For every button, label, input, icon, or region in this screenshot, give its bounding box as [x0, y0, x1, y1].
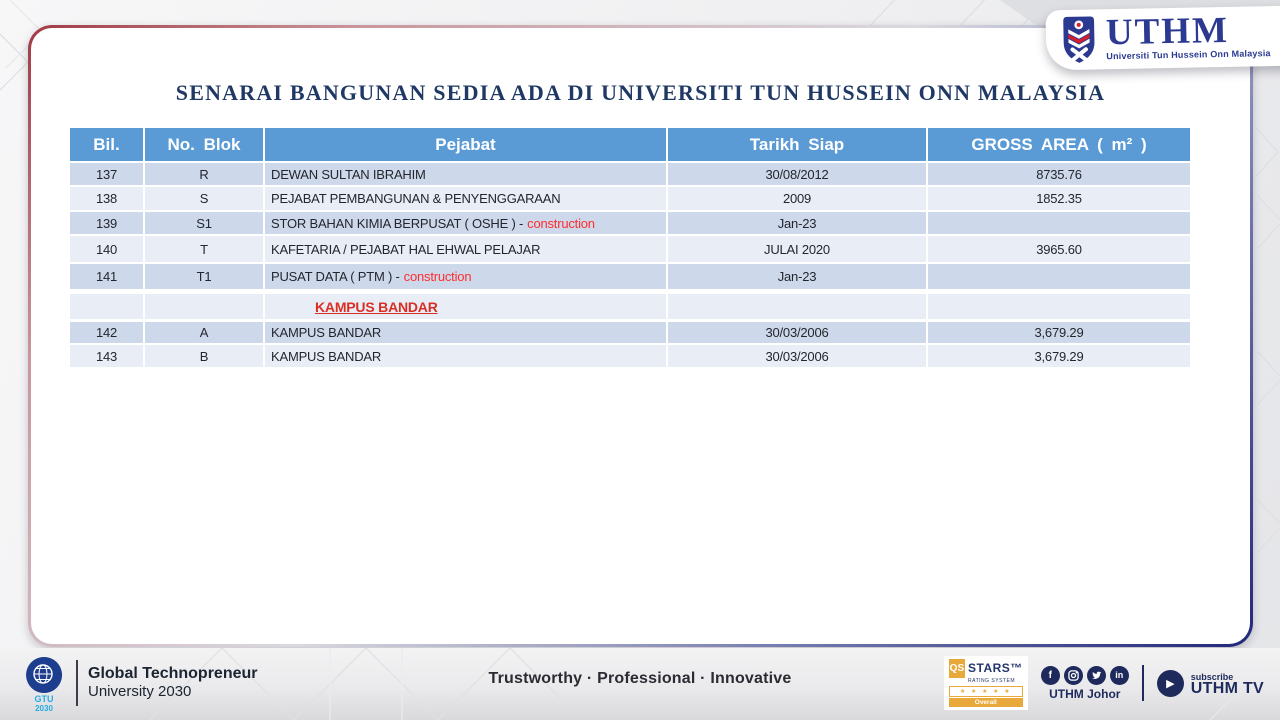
column-header-blok: No. Blok: [145, 128, 263, 161]
qs-stars-badge: QS STARS™ RATING SYSTEM ★ ★ ★ ★ ★ Overal…: [944, 656, 1028, 710]
cell-area: [928, 212, 1190, 234]
cell-area: 8735.76: [928, 163, 1190, 185]
cell-bil: 139: [70, 212, 143, 234]
cell-bil: 140: [70, 236, 143, 262]
cell-area: [928, 294, 1190, 319]
social-icons: f in: [1041, 666, 1129, 685]
cell-blok: B: [145, 345, 263, 367]
cell-bil: [70, 294, 143, 319]
instagram-icon[interactable]: [1064, 666, 1083, 685]
table-row: 141T1PUSAT DATA ( PTM ) -constructionJan…: [70, 264, 1200, 289]
cell-blok: S1: [145, 212, 263, 234]
slide: SENARAI BANGUNAN SEDIA ADA DI UNIVERSITI…: [0, 0, 1280, 720]
cell-pejabat: DEWAN SULTAN IBRAHIM: [265, 163, 666, 185]
cell-blok: A: [145, 322, 263, 343]
facebook-icon[interactable]: f: [1041, 666, 1060, 685]
column-header-tarikh: Tarikh Siap: [668, 128, 926, 161]
footer: GTU 2030 Global Technopreneur University…: [0, 648, 1280, 720]
uthm-logo-plate: UTHM Universiti Tun Hussein Onn Malaysia: [1045, 6, 1280, 71]
twitter-icon[interactable]: [1087, 666, 1106, 685]
cell-blok: T: [145, 236, 263, 262]
cell-area: 1852.35: [928, 187, 1190, 210]
social-block: f in UTHM Johor: [1041, 666, 1129, 701]
table-row: 142AKAMPUS BANDAR30/03/20063,679.29: [70, 322, 1200, 343]
svg-text:2030: 2030: [35, 704, 53, 712]
table-row: 140TKAFETARIA / PEJABAT HAL EHWAL PELAJA…: [70, 236, 1200, 262]
qs-overall-label: Overall: [949, 698, 1023, 707]
cell-tarikh: 2009: [668, 187, 926, 210]
youtube-block[interactable]: ▶ subscribe UTHM TV: [1157, 670, 1264, 697]
cell-area: [928, 264, 1190, 289]
cell-bil: 143: [70, 345, 143, 367]
cell-tarikh: Jan-23: [668, 264, 926, 289]
qs-logo-icon: QS: [949, 659, 965, 678]
column-header-bil: Bil.: [70, 128, 143, 161]
cell-tarikh: JULAI 2020: [668, 236, 926, 262]
cell-pejabat: PUSAT DATA ( PTM ) -construction: [265, 264, 666, 289]
cell-pejabat: KAMPUS BANDAR: [265, 322, 666, 343]
uthm-wordmark: UTHM: [1106, 15, 1271, 48]
cell-bil: 137: [70, 163, 143, 185]
cell-pejabat: KAMPUS BANDAR: [265, 294, 666, 319]
cell-pejabat: KAMPUS BANDAR: [265, 345, 666, 367]
cell-tarikh: 30/08/2012: [668, 163, 926, 185]
svg-text:GTU: GTU: [35, 694, 54, 704]
slide-card-border: SENARAI BANGUNAN SEDIA ADA DI UNIVERSITI…: [28, 25, 1253, 647]
column-header-pejabat: Pejabat: [265, 128, 666, 161]
cell-pejabat: PEJABAT PEMBANGUNAN & PENYENGGARAAN: [265, 187, 666, 210]
social-handle: UTHM Johor: [1049, 687, 1120, 701]
qs-rating-system: RATING SYSTEM: [968, 678, 1023, 684]
footer-badges: QS STARS™ RATING SYSTEM ★ ★ ★ ★ ★ Overal…: [944, 656, 1264, 710]
cell-bil: 142: [70, 322, 143, 343]
cell-area: 3,679.29: [928, 322, 1190, 343]
youtube-channel-label: UTHM TV: [1191, 683, 1264, 695]
cell-blok: [145, 294, 263, 319]
cell-bil: 141: [70, 264, 143, 289]
footer-vertical-bar: [1142, 665, 1144, 701]
column-header-area: GROSS AREA ( m² ): [928, 128, 1190, 161]
table-header-row: Bil.No. BlokPejabatTarikh SiapGROSS AREA…: [70, 128, 1200, 161]
table-row: 139S1STOR BAHAN KIMIA BERPUSAT ( OSHE ) …: [70, 212, 1200, 234]
uthm-subtitle: Universiti Tun Hussein Onn Malaysia: [1106, 48, 1271, 61]
cell-pejabat: STOR BAHAN KIMIA BERPUSAT ( OSHE ) -cons…: [265, 212, 666, 234]
cell-blok: R: [145, 163, 263, 185]
cell-tarikh: 30/03/2006: [668, 322, 926, 343]
footer-content: GTU 2030 Global Technopreneur University…: [0, 648, 1280, 720]
table-row: 137RDEWAN SULTAN IBRAHIM30/08/20128735.7…: [70, 163, 1200, 185]
cell-area: 3965.60: [928, 236, 1190, 262]
construction-flag: construction: [404, 269, 472, 284]
slide-title: SENARAI BANGUNAN SEDIA ADA DI UNIVERSITI…: [31, 80, 1250, 106]
buildings-table: Bil.No. BlokPejabatTarikh SiapGROSS AREA…: [70, 128, 1200, 367]
cell-area: 3,679.29: [928, 345, 1190, 367]
cell-bil: 138: [70, 187, 143, 210]
cell-pejabat: KAFETARIA / PEJABAT HAL EHWAL PELAJAR: [265, 236, 666, 262]
qs-stars-header: QS STARS™ RATING SYSTEM: [949, 659, 1023, 684]
slide-card: SENARAI BANGUNAN SEDIA ADA DI UNIVERSITI…: [31, 28, 1250, 644]
uthm-wordmark-block: UTHM Universiti Tun Hussein Onn Malaysia: [1106, 15, 1271, 61]
cell-tarikh: Jan-23: [668, 212, 926, 234]
table-body: 137RDEWAN SULTAN IBRAHIM30/08/20128735.7…: [70, 163, 1200, 367]
table-row: 143BKAMPUS BANDAR30/03/20063,679.29: [70, 345, 1200, 367]
table-row: 138SPEJABAT PEMBANGUNAN & PENYENGGARAAN2…: [70, 187, 1200, 210]
youtube-icon[interactable]: ▶: [1157, 670, 1184, 697]
cell-tarikh: [668, 294, 926, 319]
uthm-shield-icon: [1059, 14, 1100, 65]
cell-blok: S: [145, 187, 263, 210]
linkedin-icon[interactable]: in: [1110, 666, 1129, 685]
cell-tarikh: 30/03/2006: [668, 345, 926, 367]
qs-stars-word: STARS™: [968, 661, 1023, 675]
section-label: KAMPUS BANDAR: [315, 299, 438, 315]
table-section-row: KAMPUS BANDAR: [70, 294, 1200, 319]
qs-stars-row: ★ ★ ★ ★ ★: [949, 686, 1023, 697]
cell-blok: T1: [145, 264, 263, 289]
construction-flag: construction: [527, 216, 595, 231]
